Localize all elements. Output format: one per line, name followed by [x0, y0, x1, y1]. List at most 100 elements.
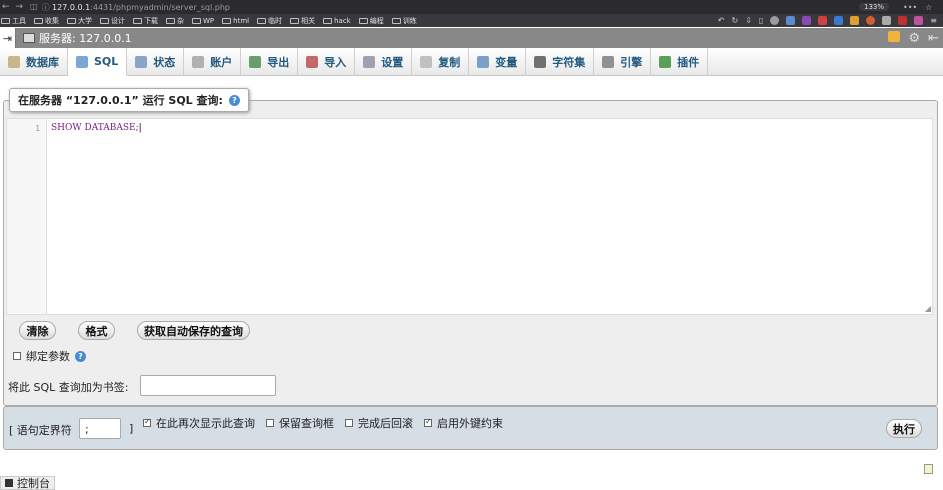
sql-code[interactable]: SHOW DATABASE;| [51, 123, 142, 133]
gear-icon[interactable]: ⚙ [908, 31, 920, 46]
forward-icon[interactable]: → [16, 2, 24, 12]
extension-icon[interactable] [914, 16, 924, 25]
bookmark-folder[interactable]: 编程 [358, 16, 384, 26]
bind-params-label: 绑定参数 [26, 350, 70, 363]
back-icon[interactable]: ← [2, 2, 10, 12]
console-icon [5, 479, 13, 487]
lock-icon[interactable] [888, 30, 901, 42]
extension-icon[interactable] [818, 16, 828, 25]
bookmark-folder[interactable]: hack [323, 17, 351, 25]
tab-plugins[interactable]: 插件 [651, 48, 709, 76]
foreign-keys-checkbox[interactable] [424, 417, 432, 427]
bookmark-folder[interactable]: 相关 [290, 16, 315, 26]
collapse-top-icon[interactable]: ⇤ [928, 31, 939, 46]
tab-engines[interactable]: 引擎 [594, 48, 652, 76]
option-show-query-again[interactable]: 在此再次显示此查询 [143, 415, 255, 431]
bookmark-folder[interactable]: 设计 [100, 16, 125, 26]
extension-icon[interactable] [834, 16, 844, 25]
sql-editor[interactable]: 1 SHOW DATABASE;| ◢ [6, 118, 933, 315]
delimiter-label: [ 语句定界符 [9, 424, 72, 437]
line-number: 1 [35, 124, 40, 133]
collapse-nav-icon[interactable]: ⇥ [0, 28, 16, 48]
extension-icon[interactable] [882, 16, 892, 25]
tab-label: 数据库 [26, 56, 59, 69]
go-button[interactable]: 执行 [886, 419, 922, 438]
format-button[interactable]: 格式 [78, 321, 115, 340]
sidebar-icon[interactable]: ▯ [759, 16, 763, 25]
clear-button[interactable]: 清除 [19, 321, 56, 340]
folder-icon [100, 17, 109, 24]
top-tools: ⚙ ⇤ [888, 30, 943, 46]
folder-icon [290, 17, 300, 24]
reload-icon[interactable]: ↻ [731, 16, 738, 25]
shield-icon[interactable]: ◫ [30, 2, 38, 13]
undo-icon[interactable]: ↶ [718, 16, 725, 25]
browser-url-bar: ← → ◫ ⓘ 127.0.0.1:4431/phpmyadmin/server… [0, 0, 943, 14]
tab-replication[interactable]: 复制 [412, 48, 470, 76]
folder-icon [257, 17, 267, 24]
zoom-level[interactable]: 133% [858, 3, 889, 11]
rollback-checkbox[interactable] [345, 419, 353, 427]
extension-icon[interactable] [850, 16, 860, 25]
settings-icon [363, 56, 376, 68]
bookmark-folder[interactable]: 工具 [1, 16, 26, 26]
notepad-icon[interactable] [924, 464, 933, 474]
extension-icon[interactable] [786, 16, 796, 25]
tab-settings[interactable]: 设置 [355, 48, 413, 76]
show-query-again-checkbox[interactable] [143, 417, 151, 427]
tab-label: 字符集 [552, 56, 586, 69]
tab-variables[interactable]: 变量 [469, 48, 527, 76]
tab-sql[interactable]: SQL [68, 48, 128, 76]
bookmark-folder[interactable]: 下载 [133, 16, 158, 26]
console-label: 控制台 [17, 477, 50, 490]
bookmark-input[interactable] [140, 375, 276, 396]
download-icon[interactable]: ⇩ [745, 16, 752, 25]
tab-status[interactable]: 状态 [127, 48, 185, 76]
get-autosaved-query-button[interactable]: 获取自动保存的查询 [137, 321, 250, 340]
extension-icon[interactable] [866, 16, 876, 25]
address-field[interactable]: 127.0.0.1:4431/phpmyadmin/server_sql.php [52, 3, 859, 12]
bookmark-folder[interactable]: 训练 [391, 16, 417, 26]
bind-params-checkbox[interactable] [13, 352, 21, 360]
folder-icon [358, 17, 368, 24]
help-icon[interactable]: ? [75, 350, 86, 362]
resize-handle-icon[interactable]: ◢ [925, 304, 931, 313]
text-cursor: | [138, 123, 142, 133]
plugins-icon [659, 56, 672, 68]
retain-query-box-checkbox[interactable] [266, 419, 274, 427]
bookmark-folder[interactable]: WP [192, 17, 214, 25]
tab-label: 状态 [153, 56, 176, 69]
option-enable-foreign-keys[interactable]: 启用外键约束 [424, 415, 503, 431]
folder-icon [1, 17, 10, 24]
option-rollback-when-finished[interactable]: 完成后回滚 [345, 415, 413, 431]
help-icon[interactable]: ? [228, 94, 240, 106]
query-panel-legend: 在服务器 “127.0.0.1” 运行 SQL 查询: ? [9, 88, 249, 112]
bookmark-folder[interactable]: 大学 [67, 16, 92, 26]
folder-icon [192, 17, 201, 24]
tab-export[interactable]: 导出 [241, 48, 299, 76]
menu-icon[interactable]: ≡ [930, 16, 937, 25]
bookmark-folder[interactable]: 杂 [166, 16, 184, 26]
option-retain-query-box[interactable]: 保留查询框 [266, 415, 334, 431]
tab-databases[interactable]: 数据库 [0, 48, 68, 76]
more-icon[interactable]: ••• [903, 3, 917, 12]
url-host: 127.0.0.1 [52, 2, 91, 12]
extension-icon[interactable] [770, 16, 780, 25]
bookmark-folder[interactable]: 临时 [257, 16, 282, 26]
bookmark-folder[interactable]: html [222, 17, 249, 25]
tab-user-accounts[interactable]: 账户 [184, 48, 242, 76]
import-icon [306, 56, 319, 68]
bookmark-star-icon[interactable]: ☆ [925, 3, 932, 12]
breadcrumb-server[interactable]: 服务器: 127.0.0.1 [39, 30, 132, 46]
extension-icon[interactable] [802, 16, 812, 25]
tab-import[interactable]: 导入 [298, 48, 356, 76]
bookmark-folder[interactable]: 收集 [34, 16, 59, 26]
info-icon[interactable]: ⓘ [42, 2, 50, 13]
folder-icon [222, 17, 232, 24]
console-toggle[interactable]: 控制台 [0, 476, 55, 490]
extension-icon[interactable] [898, 16, 908, 25]
url-path: :4431/phpmyadmin/server_sql.php [90, 2, 230, 12]
delimiter-input[interactable]: ; [79, 418, 121, 439]
tab-label: SQL [94, 55, 119, 68]
tab-charsets[interactable]: 字符集 [526, 48, 595, 76]
